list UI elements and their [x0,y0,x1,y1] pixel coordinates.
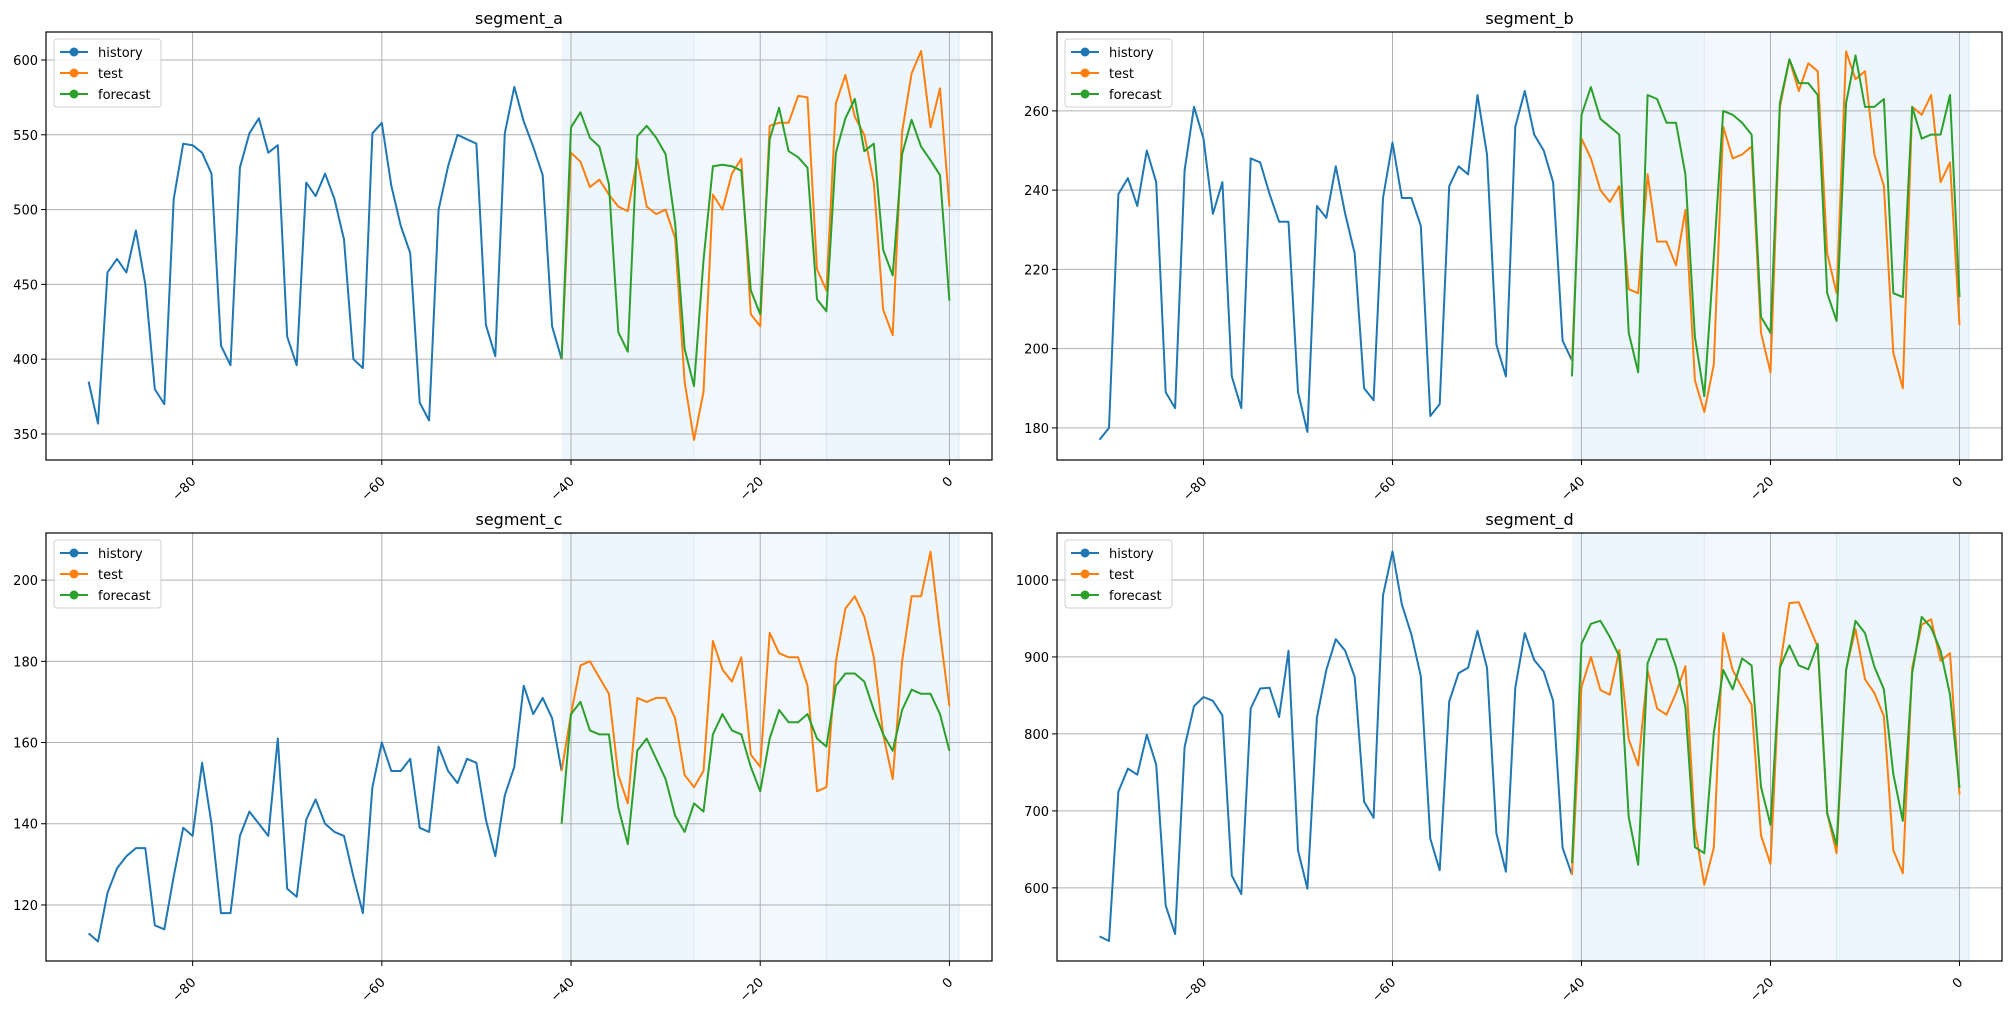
y-tick-label: 700 [1024,805,1049,820]
x-tick-label: −20 [737,474,767,504]
legend-label-forecast: forecast [1109,88,1162,103]
x-tick-label: −40 [1558,474,1588,504]
y-tick-label: 800 [1024,728,1049,743]
y-tick-label: 160 [13,737,38,752]
x-tick-label: −60 [359,474,389,504]
legend-marker-test [1080,569,1090,579]
x-tick-label: −60 [359,975,389,1005]
legend-marker-history [1080,47,1090,57]
y-tick-label: 220 [1024,263,1049,278]
x-tick-label: −80 [169,474,199,504]
x-tick-label: −80 [169,975,199,1005]
chart-title: segment_a [475,9,563,29]
chart-title: segment_d [1485,510,1573,530]
panel-segment_d: −80 −60 −40 −20 0 600 700 800 900 1000 segment_dhi… [1016,510,2003,1005]
x-tick-label: −80 [1180,474,1210,504]
fold-band [561,32,695,460]
x-tick-label: −40 [548,975,578,1005]
x-tick-label: 0 [1950,474,1966,490]
y-tick-label: 600 [13,54,38,69]
x-tick-label: 0 [1950,975,1966,991]
y-tick-label: 450 [13,278,38,293]
y-tick-label: 180 [13,655,38,670]
panel-segment_c: −80 −60 −40 −20 0 120 140 160 180 200 segment_chis… [13,510,993,1005]
series-line-history [87,684,563,943]
legend-marker-test [1080,68,1090,78]
legend: history test forecast [1064,539,1173,609]
legend-marker-history [69,47,79,57]
legend-marker-test [69,68,79,78]
y-tick-label: 200 [13,574,38,589]
legend-marker-forecast [69,89,79,99]
y-tick-label: 140 [13,818,38,833]
legend-label-test: test [1109,67,1134,82]
y-tick-label: 200 [1024,343,1049,358]
legend-marker-history [1080,548,1090,558]
x-tick-label: 0 [940,474,956,490]
legend-label-history: history [98,46,143,61]
legend-marker-test [69,569,79,579]
legend-marker-forecast [1080,590,1090,600]
series-line-history [1098,90,1573,441]
x-tick-label: −80 [1180,975,1210,1005]
legend-label-test: test [1109,568,1134,583]
y-tick-label: 600 [1024,882,1049,897]
y-tick-label: 1000 [1016,574,1049,589]
y-tick-label: 400 [13,353,38,368]
y-tick-label: 240 [1024,184,1049,199]
series-line-history [87,85,563,425]
legend: history test forecast [53,539,162,609]
chart-title: segment_b [1485,9,1573,29]
legend: history test forecast [53,38,162,108]
legend-marker-forecast [1080,89,1090,99]
x-tick-label: −20 [1747,975,1777,1005]
legend-label-history: history [98,547,143,562]
y-tick-label: 350 [13,428,38,443]
fold-band [1572,32,1705,460]
x-tick-label: −60 [1369,975,1399,1005]
y-tick-label: 500 [13,204,38,219]
x-tick-label: −60 [1369,474,1399,504]
legend-label-forecast: forecast [1109,589,1162,604]
y-tick-label: 900 [1024,651,1049,666]
fold-band [1572,533,1705,961]
series-line-history [1099,550,1573,942]
y-tick-label: 120 [13,899,38,914]
legend-marker-history [69,548,79,558]
legend-label-history: history [1109,547,1154,562]
figure: −80 −60 −40 −20 0 350 400 450 500 550 600 segment_a… [13,9,2003,1005]
x-tick-label: −20 [737,975,767,1005]
legend-label-forecast: forecast [98,589,151,604]
legend-label-test: test [98,67,123,82]
legend-label-history: history [1109,46,1154,61]
legend-label-forecast: forecast [98,88,151,103]
fold-band [561,533,695,961]
y-tick-label: 180 [1024,422,1049,437]
fold-band [1836,533,1969,961]
panel-segment_a: −80 −60 −40 −20 0 350 400 450 500 550 600 segment_a… [13,9,993,504]
chart-title: segment_c [476,510,563,530]
x-tick-label: 0 [940,975,956,991]
x-tick-label: −40 [548,474,578,504]
y-tick-label: 260 [1024,105,1049,120]
x-tick-label: −40 [1558,975,1588,1005]
y-tick-label: 550 [13,129,38,144]
legend-marker-forecast [69,590,79,600]
x-tick-label: −20 [1747,474,1777,504]
panel-segment_b: −80 −60 −40 −20 0 180 200 220 240 260 segment_bhis… [1024,9,2003,504]
legend: history test forecast [1064,38,1173,108]
legend-label-test: test [98,568,123,583]
